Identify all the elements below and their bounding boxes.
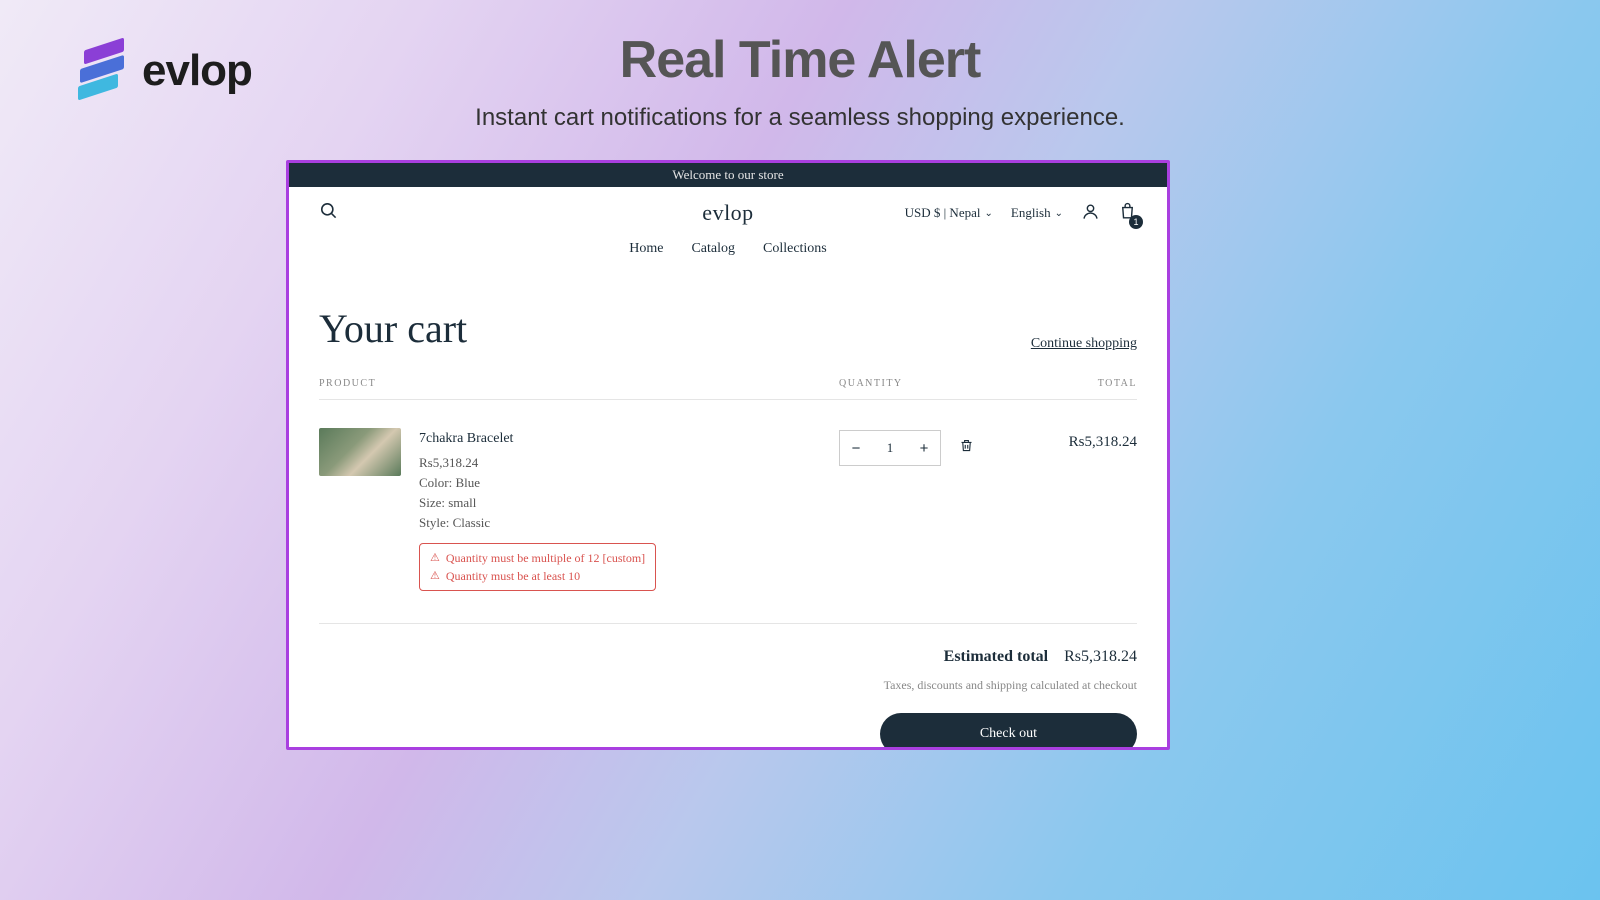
alert-message-2: Quantity must be at least 10 [446, 567, 580, 585]
cart-count-badge: 1 [1129, 215, 1143, 229]
nav-home[interactable]: Home [629, 241, 663, 257]
announcement-bar: Welcome to our store [289, 163, 1167, 187]
chevron-down-icon: ⌄ [1055, 208, 1063, 219]
store-nav: Home Catalog Collections [289, 231, 1167, 275]
warning-icon: ⚠ [430, 550, 440, 567]
page-title: Your cart [319, 305, 467, 352]
language-label: English [1011, 205, 1051, 221]
nav-collections[interactable]: Collections [763, 241, 827, 257]
product-name[interactable]: 7chakra Bracelet [419, 428, 839, 450]
nav-catalog[interactable]: Catalog [691, 241, 735, 257]
chevron-down-icon: ⌄ [984, 208, 992, 219]
product-info: 7chakra Bracelet Rs5,318.24 Color: Blue … [419, 428, 839, 591]
product-option-style: Style: Classic [419, 513, 839, 533]
checkout-button[interactable]: Check out [880, 713, 1137, 747]
cart-page: Your cart Continue shopping PRODUCT QUAN… [289, 275, 1167, 747]
cart-icon[interactable]: 1 [1118, 202, 1137, 225]
estimated-total-label: Estimated total [944, 648, 1048, 665]
quantity-value[interactable]: 1 [872, 440, 908, 456]
quantity-decrease-button[interactable]: − [840, 431, 872, 465]
hero-title: Real Time Alert [0, 30, 1600, 90]
cart-line-item: 7chakra Bracelet Rs5,318.24 Color: Blue … [319, 400, 1137, 619]
store-header: evlop USD $ | Nepal ⌄ English ⌄ 1 [289, 187, 1167, 231]
col-total: TOTAL [1017, 378, 1137, 389]
product-price: Rs5,318.24 [419, 453, 839, 473]
search-icon[interactable] [319, 201, 338, 225]
product-option-size: Size: small [419, 493, 839, 513]
quantity-stepper: − 1 + [839, 430, 941, 466]
quantity-increase-button[interactable]: + [908, 431, 940, 465]
col-product: PRODUCT [319, 378, 839, 389]
product-thumbnail[interactable] [319, 428, 401, 476]
remove-item-button[interactable] [959, 438, 974, 458]
col-quantity: QUANTITY [839, 378, 1017, 389]
alert-message-1: Quantity must be multiple of 12 [custom] [446, 549, 645, 567]
estimated-total-value: Rs5,318.24 [1064, 648, 1137, 665]
quantity-alert-box: ⚠ Quantity must be multiple of 12 [custo… [419, 543, 656, 591]
product-option-color: Color: Blue [419, 473, 839, 493]
store-logo-text[interactable]: evlop [702, 200, 753, 226]
tax-note: Taxes, discounts and shipping calculated… [319, 678, 1137, 693]
currency-selector[interactable]: USD $ | Nepal ⌄ [905, 205, 993, 221]
line-total: Rs5,318.24 [1017, 428, 1137, 451]
account-icon[interactable] [1081, 202, 1100, 225]
currency-label: USD $ | Nepal [905, 205, 981, 221]
storefront-screenshot: Welcome to our store evlop USD $ | Nepal… [286, 160, 1170, 750]
language-selector[interactable]: English ⌄ [1011, 205, 1063, 221]
continue-shopping-link[interactable]: Continue shopping [1031, 336, 1137, 352]
warning-icon: ⚠ [430, 568, 440, 585]
hero-subtitle: Instant cart notifications for a seamles… [0, 104, 1600, 132]
